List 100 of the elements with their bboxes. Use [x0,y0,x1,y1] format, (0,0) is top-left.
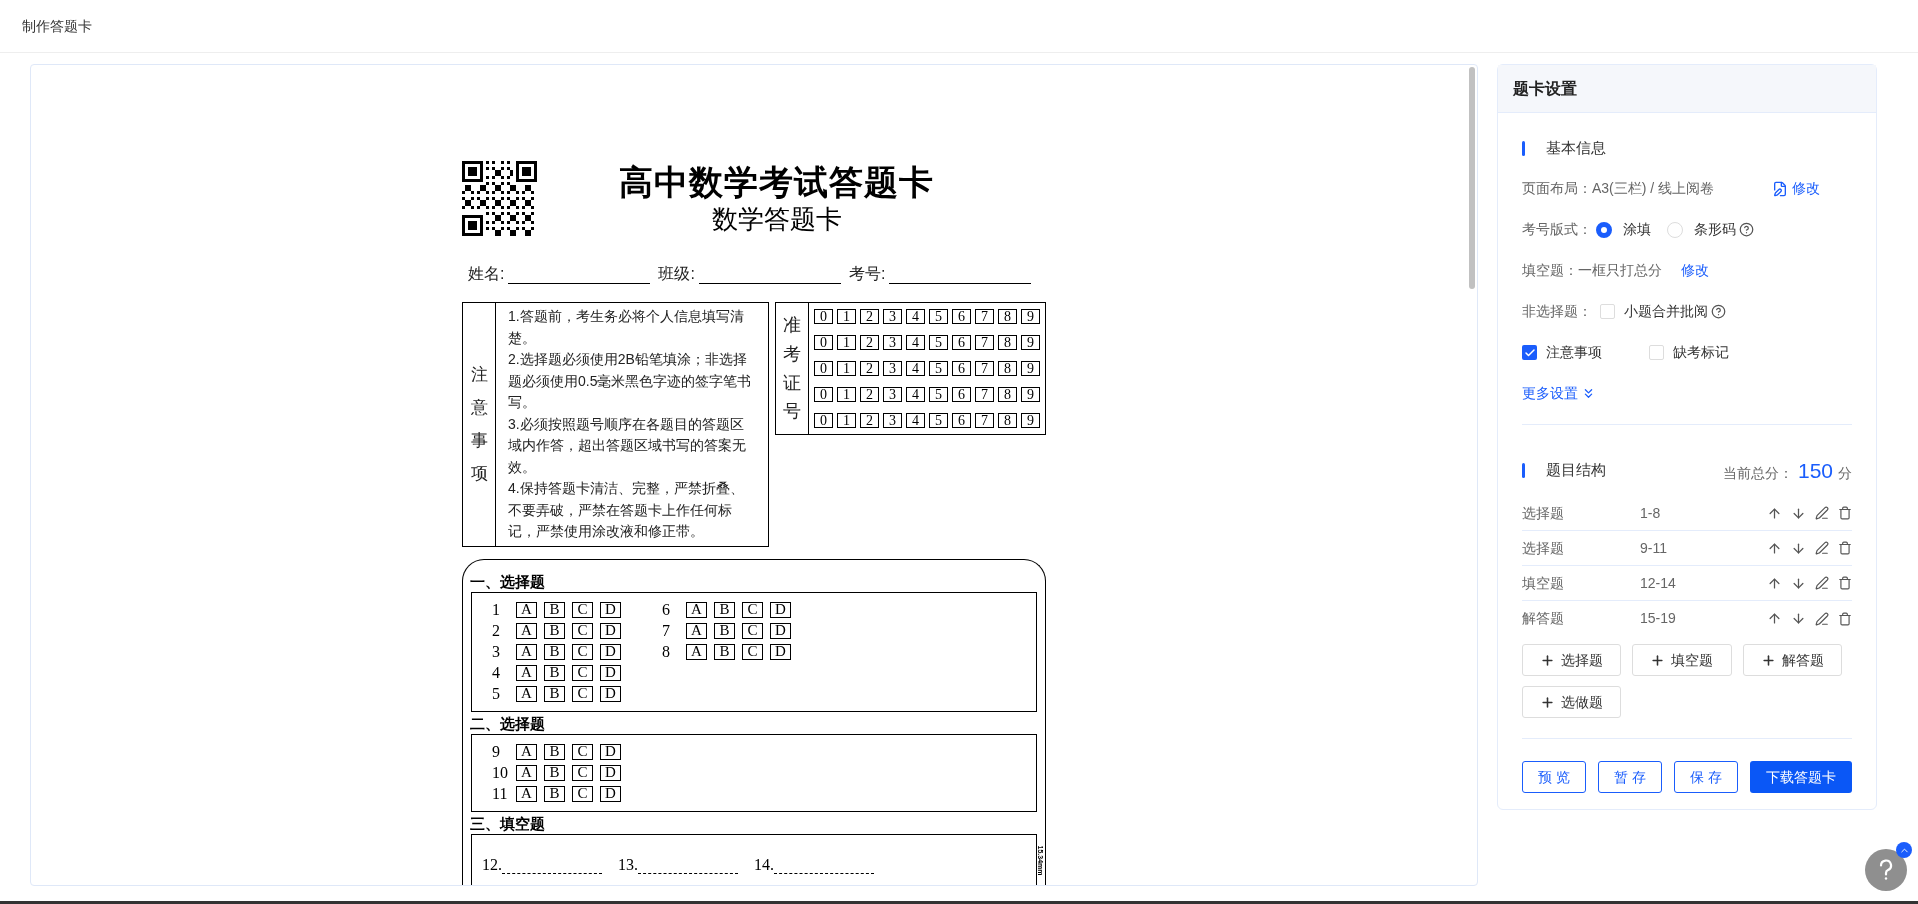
option-bubble[interactable]: D [770,601,791,618]
digit-bubble[interactable]: 2 [860,335,879,350]
digit-bubble[interactable]: 4 [906,335,925,350]
digit-bubble[interactable]: 6 [952,309,971,324]
option-bubble[interactable]: B [714,601,735,618]
digit-bubble[interactable]: 8 [998,309,1017,324]
digit-bubble[interactable]: 3 [883,387,902,402]
option-bubble[interactable]: B [544,664,565,681]
add-question-button[interactable]: 填空题 [1632,644,1732,676]
option-bubble[interactable]: A [516,601,537,618]
option-bubble[interactable]: B [544,601,565,618]
option-bubble[interactable]: D [770,643,791,660]
digit-bubble[interactable]: 7 [975,361,994,376]
digit-bubble[interactable]: 5 [929,413,948,428]
more-settings-link[interactable]: 更多设置 [1522,383,1852,404]
digit-bubble[interactable]: 0 [814,335,833,350]
help-icon[interactable] [1711,304,1726,319]
pencil-icon[interactable] [1815,576,1829,590]
option-bubble[interactable]: B [714,643,735,660]
digit-bubble[interactable]: 4 [906,387,925,402]
option-bubble[interactable]: A [516,643,537,660]
option-bubble[interactable]: D [600,785,621,802]
digit-bubble[interactable]: 4 [906,309,925,324]
option-bubble[interactable]: B [544,685,565,702]
scroll-top-button[interactable] [1896,842,1912,858]
digit-bubble[interactable]: 5 [929,335,948,350]
pencil-icon[interactable] [1815,611,1829,626]
digit-bubble[interactable]: 6 [952,387,971,402]
digit-bubble[interactable]: 9 [1021,387,1040,402]
add-question-button[interactable]: 解答题 [1742,644,1842,676]
option-bubble[interactable]: C [572,643,593,660]
action-button[interactable]: 下载答题卡 [1750,761,1852,793]
trash-icon[interactable] [1838,576,1852,590]
option-bubble[interactable]: A [516,743,537,760]
digit-bubble[interactable]: 1 [837,335,856,350]
help-button[interactable] [1865,849,1907,891]
digit-bubble[interactable]: 3 [883,309,902,324]
option-bubble[interactable]: B [714,622,735,639]
digit-bubble[interactable]: 2 [860,309,879,324]
checkbox[interactable] [1522,345,1537,360]
digit-bubble[interactable]: 8 [998,335,1017,350]
option-bubble[interactable]: B [544,764,565,781]
option-bubble[interactable]: D [600,622,621,639]
option-bubble[interactable]: C [742,643,763,660]
digit-bubble[interactable]: 1 [837,309,856,324]
digit-bubble[interactable]: 5 [929,309,948,324]
option-bubble[interactable]: C [742,622,763,639]
trash-icon[interactable] [1838,541,1852,555]
option-bubble[interactable]: A [516,785,537,802]
option-bubble[interactable]: C [572,601,593,618]
option-bubble[interactable]: A [516,622,537,639]
digit-bubble[interactable]: 9 [1021,309,1040,324]
digit-bubble[interactable]: 6 [952,361,971,376]
digit-bubble[interactable]: 4 [906,413,925,428]
digit-bubble[interactable]: 1 [837,387,856,402]
option-bubble[interactable]: B [544,622,565,639]
arrow-down-icon[interactable] [1791,505,1806,521]
option-bubble[interactable]: C [572,743,593,760]
digit-bubble[interactable]: 3 [883,413,902,428]
add-question-button[interactable]: 选择题 [1522,644,1622,676]
radio-button[interactable] [1596,221,1612,238]
digit-bubble[interactable]: 3 [883,361,902,376]
digit-bubble[interactable]: 8 [998,413,1017,428]
option-bubble[interactable]: D [600,664,621,681]
digit-bubble[interactable]: 3 [883,335,902,350]
option-bubble[interactable]: B [544,643,565,660]
digit-bubble[interactable]: 0 [814,361,833,376]
trash-icon[interactable] [1838,611,1852,626]
action-button[interactable]: 保 存 [1674,761,1739,793]
pencil-icon[interactable] [1815,506,1829,520]
checkbox[interactable] [1649,345,1664,360]
option-bubble[interactable]: C [572,764,593,781]
option-bubble[interactable]: A [686,643,707,660]
option-bubble[interactable]: C [742,601,763,618]
option-bubble[interactable]: D [600,643,621,660]
digit-bubble[interactable]: 8 [998,361,1017,376]
digit-bubble[interactable]: 6 [952,413,971,428]
digit-bubble[interactable]: 2 [860,413,879,428]
arrow-down-icon[interactable] [1791,575,1806,591]
digit-bubble[interactable]: 1 [837,413,856,428]
option-bubble[interactable]: D [600,601,621,618]
digit-bubble[interactable]: 2 [860,361,879,376]
option-bubble[interactable]: B [544,743,565,760]
digit-bubble[interactable]: 2 [860,387,879,402]
arrow-down-icon[interactable] [1791,540,1806,556]
digit-bubble[interactable]: 7 [975,335,994,350]
help-icon[interactable] [1739,222,1754,237]
option-bubble[interactable]: B [544,785,565,802]
option-bubble[interactable]: D [770,622,791,639]
option-bubble[interactable]: D [600,743,621,760]
edit-link[interactable]: 修改 [1681,260,1709,281]
option-bubble[interactable]: A [516,685,537,702]
digit-bubble[interactable]: 0 [814,309,833,324]
option-bubble[interactable]: D [600,685,621,702]
option-bubble[interactable]: C [572,622,593,639]
option-bubble[interactable]: C [572,664,593,681]
digit-bubble[interactable]: 7 [975,413,994,428]
edit-link[interactable]: 修改 [1772,178,1821,199]
option-bubble[interactable]: A [686,622,707,639]
option-bubble[interactable]: D [600,764,621,781]
